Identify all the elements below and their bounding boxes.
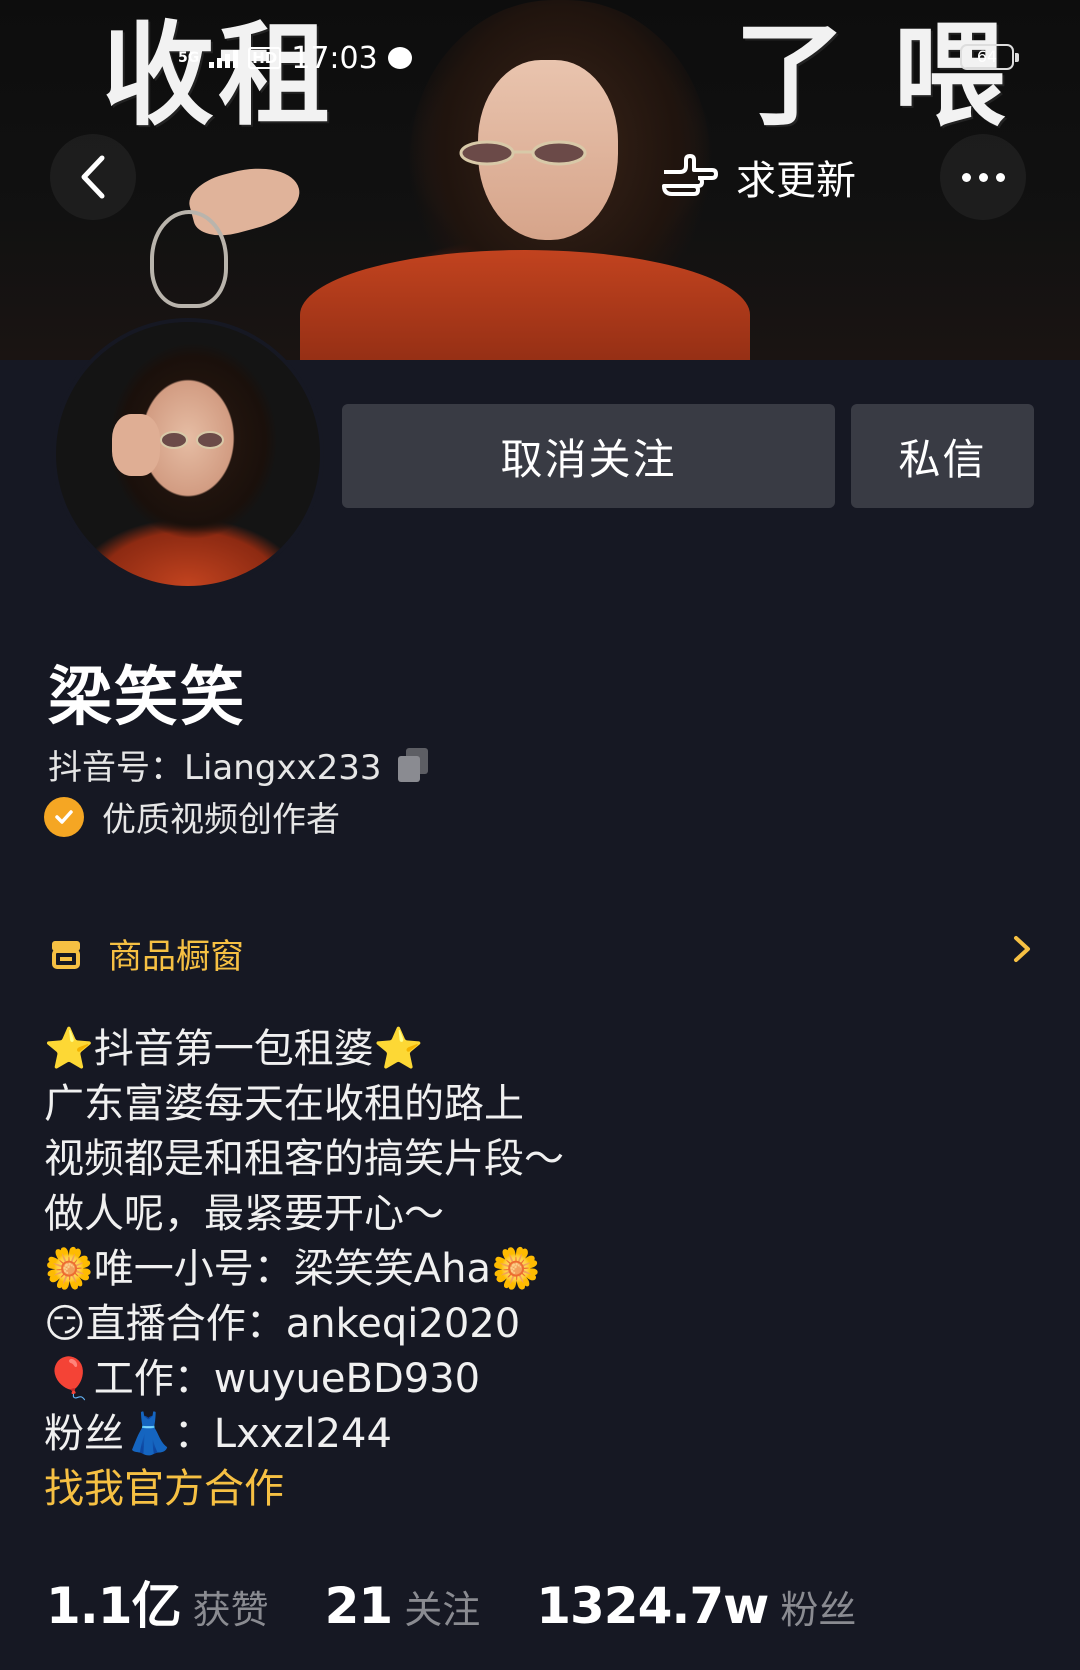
- followers-stat[interactable]: 1324.7w 粉丝: [536, 1577, 856, 1635]
- douyin-id-row: 抖音号：Liangxx233: [48, 740, 430, 789]
- bio-line: 广东富婆每天在收租的路上: [44, 1081, 524, 1127]
- more-button[interactable]: [940, 134, 1026, 220]
- shop-window-label: 商品橱窗: [108, 936, 244, 977]
- following-count: 21: [324, 1577, 394, 1635]
- verified-label: 优质视频创作者: [102, 800, 340, 840]
- avatar-photo-hand: [112, 414, 160, 476]
- message-button[interactable]: 私信: [851, 404, 1034, 508]
- verified-badge: 优质视频创作者: [44, 792, 340, 841]
- request-update-button[interactable]: 求更新: [660, 140, 856, 214]
- bio-line: 🎈工作：wuyueBD930: [44, 1356, 481, 1402]
- following-stat[interactable]: 21 关注: [325, 1577, 481, 1635]
- likes-count: 1.1亿: [46, 1577, 182, 1635]
- bio-line: 粉丝👗：Lxxzl244: [44, 1411, 392, 1457]
- bio-line: 视频都是和租客的搞笑片段～: [44, 1136, 564, 1182]
- bio-line: ⭐抖音第一包租婆⭐: [44, 1026, 424, 1072]
- bio-line: 🌼唯一小号：梁笑笑Aha🌼: [44, 1246, 541, 1292]
- avatar[interactable]: [52, 318, 324, 590]
- request-update-label: 求更新: [736, 158, 856, 204]
- cover-title-left: 收租: [102, 10, 334, 141]
- official-cooperation-link[interactable]: 找我官方合作: [44, 1462, 1024, 1517]
- network-label: 5G: [178, 50, 200, 66]
- cover-banner: 收租 了 喂: [0, 0, 1080, 360]
- chevron-left-icon: [81, 155, 105, 199]
- likes-label: 获赞: [192, 1588, 269, 1632]
- pointing-hand-icon: [662, 154, 718, 196]
- douyin-id-text: 抖音号：Liangxx233: [48, 748, 382, 788]
- profile-stats: 1.1亿 获赞 21 关注 1324.7w 粉丝: [46, 1566, 912, 1638]
- back-button[interactable]: [50, 134, 136, 220]
- bio-line: 做人呢，最紧要开心～: [44, 1191, 444, 1237]
- status-time: 17:03: [291, 40, 378, 76]
- cover-photo-glasses: [459, 140, 587, 166]
- likes-stat[interactable]: 1.1亿 获赞: [46, 1566, 269, 1638]
- bio: ⭐抖音第一包租婆⭐ 广东富婆每天在收租的路上 视频都是和租客的搞笑片段～ 做人呢…: [44, 1022, 1024, 1517]
- followers-count: 1324.7w: [536, 1577, 769, 1635]
- unfollow-button[interactable]: 取消关注: [342, 404, 835, 508]
- battery-icon: 64: [960, 44, 1019, 70]
- cover-photo-bag: [150, 210, 228, 308]
- shop-icon: [52, 941, 80, 969]
- chevron-right-icon: [992, 933, 1032, 973]
- followers-label: 粉丝: [780, 1588, 857, 1632]
- more-dots-icon: [961, 172, 971, 182]
- message-notification-icon: [387, 47, 412, 69]
- following-label: 关注: [404, 1588, 481, 1632]
- signal-icon: [209, 48, 239, 68]
- copy-icon[interactable]: [396, 747, 430, 782]
- shop-window-link[interactable]: 商品橱窗: [48, 930, 1032, 977]
- avatar-photo-glasses: [160, 431, 224, 449]
- status-bar: 5G HD 17:03: [178, 40, 412, 76]
- hd-voice-icon: HD: [248, 47, 282, 69]
- bio-line: 😏直播合作：ankeqi2020: [44, 1301, 521, 1347]
- cover-title-right: 了 喂: [734, 10, 1009, 141]
- check-badge-icon: [44, 796, 84, 837]
- profile-name: 梁笑笑: [48, 661, 246, 735]
